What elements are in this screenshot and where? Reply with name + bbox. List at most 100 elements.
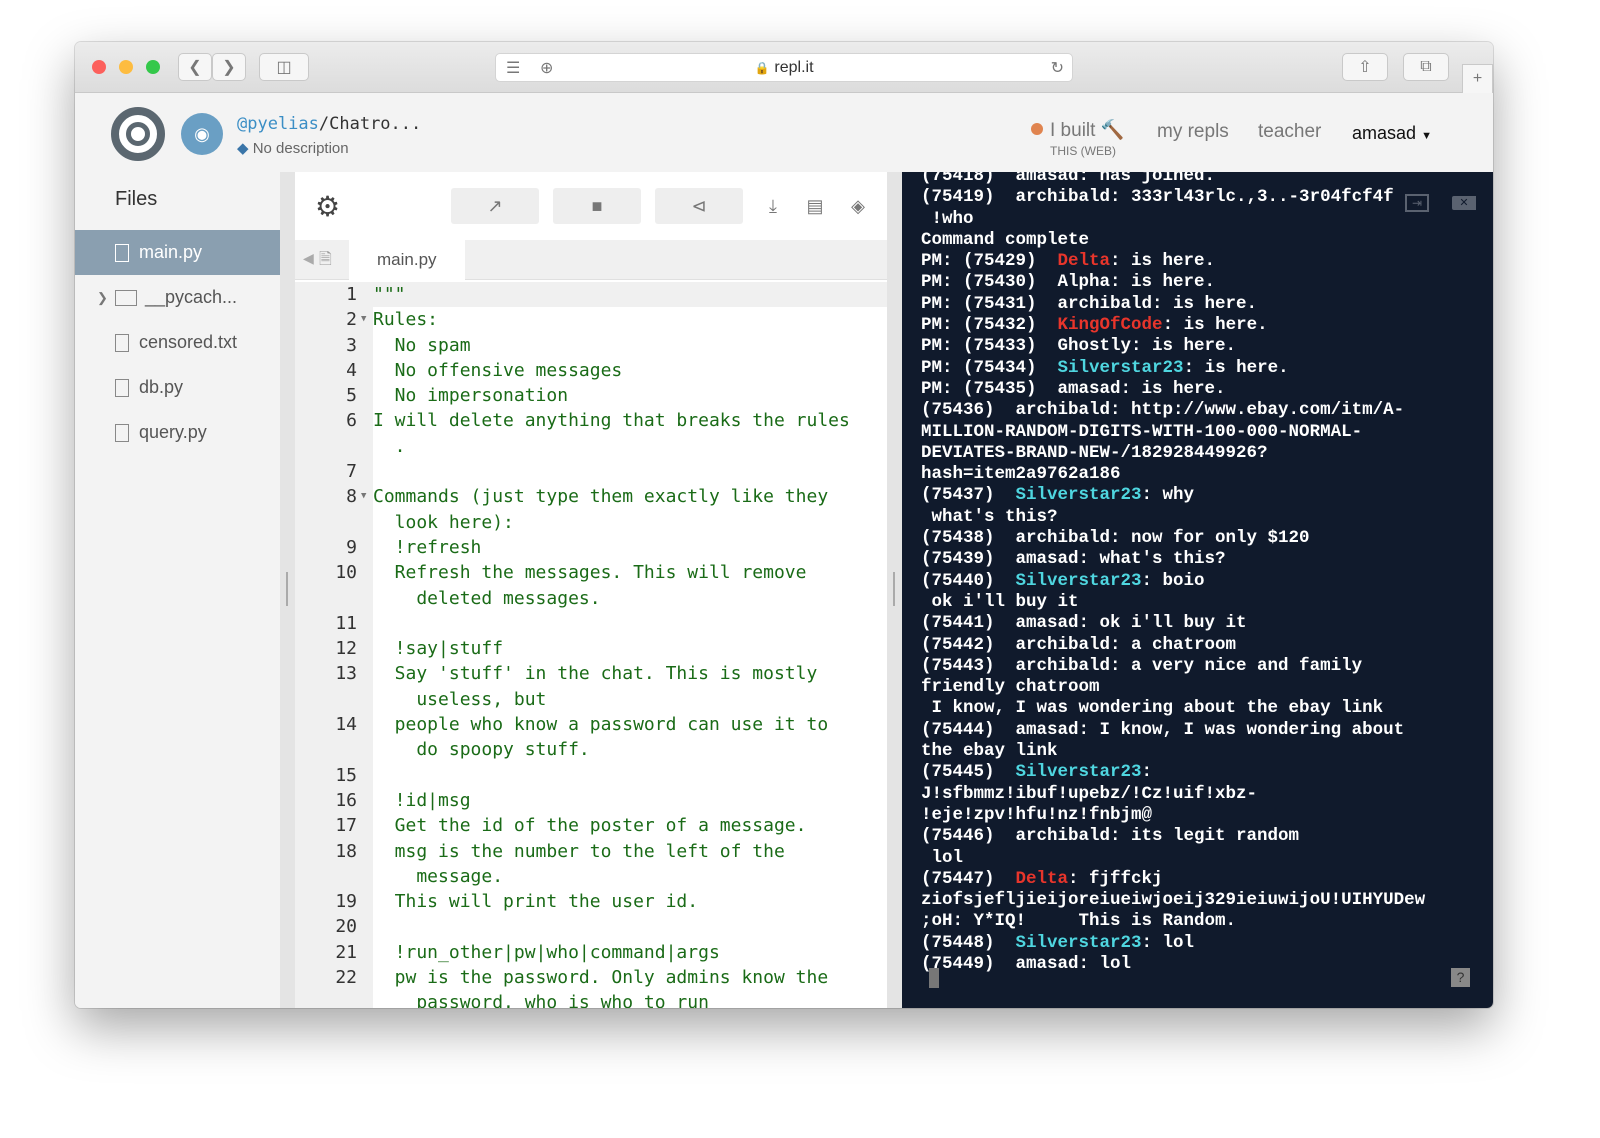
code-line[interactable]: 22 pw is the password. Only admins know …: [295, 965, 887, 1008]
account-menu[interactable]: amasad ▼: [1352, 123, 1432, 144]
tab-back-icon[interactable]: ◀: [303, 250, 314, 267]
sidebar-resize-handle[interactable]: [280, 172, 295, 1008]
line-text: !id|msg: [373, 789, 471, 811]
console-text: (75442) archibald: a chatroom: [921, 634, 1237, 655]
avatar[interactable]: ◉: [181, 113, 223, 155]
code-line[interactable]: 3 No spam: [295, 333, 887, 358]
console-line: ziofsjefljieijoreiueiwjoeij329ieiuwijoU!…: [902, 890, 1493, 911]
code-line[interactable]: 6 I will delete anything that breaks the …: [295, 408, 887, 459]
console-line: ok i'll buy it: [902, 592, 1493, 613]
python-icon: ◆: [237, 140, 249, 157]
tabs-icon[interactable]: ⧉: [1403, 53, 1449, 81]
console-text: (75440): [921, 570, 1016, 591]
chevron-right-icon[interactable]: ❯: [97, 290, 108, 306]
close-button[interactable]: [92, 60, 106, 74]
help-button[interactable]: ?: [1451, 968, 1470, 987]
console-line: (75443) archibald: a very nice and famil…: [902, 656, 1493, 677]
code-editor[interactable]: ⚙ ↗ ■ ⊲ ⤓ ▤ ◈ ◀ 🗎 main.py 1 """ 2 ▼ Rules: 3 …: [295, 172, 887, 1008]
share-link-icon[interactable]: ⊲: [655, 188, 743, 224]
console-line: PM: (75434) Silverstar23: is here.: [902, 358, 1493, 379]
console-text: :: [1141, 762, 1153, 783]
code-line[interactable]: 15: [295, 763, 887, 788]
line-text: No offensive messages: [373, 359, 623, 381]
console-text: (75443) archibald: a very nice and famil…: [921, 655, 1363, 676]
chevron-left-icon[interactable]: ❮: [178, 53, 212, 81]
download-icon[interactable]: ⤓: [758, 188, 788, 224]
code-line[interactable]: 8 ▼ Commands (just type them exactly like …: [295, 484, 887, 535]
code-line[interactable]: 21 !run_other|pw|who|command|args: [295, 940, 887, 965]
chevron-right-icon[interactable]: ❯: [212, 53, 246, 81]
fold-arrow-icon[interactable]: ▼: [357, 484, 373, 535]
code-line[interactable]: 11: [295, 611, 887, 636]
code-line[interactable]: 19 This will print the user id.: [295, 889, 887, 914]
code-line[interactable]: 14 people who know a password can use it…: [295, 712, 887, 763]
code-line[interactable]: 2 ▼ Rules:: [295, 307, 887, 332]
file-item[interactable]: query.py: [75, 410, 280, 455]
file-item[interactable]: censored.txt: [75, 320, 280, 365]
code-line[interactable]: 1 """: [295, 282, 887, 307]
console-cursor[interactable]: [929, 968, 939, 988]
line-text: Say 'stuff' in the chat. This is mostly …: [394, 663, 818, 710]
nav-my-repls[interactable]: my repls: [1157, 121, 1229, 143]
status-dot: [1031, 123, 1043, 135]
built-link[interactable]: I built 🔨: [1050, 118, 1124, 142]
exit-icon[interactable]: ⇥: [1405, 194, 1429, 212]
code-line[interactable]: 17 Get the id of the poster of a message…: [295, 813, 887, 838]
file-item[interactable]: ❯ __pycach...: [75, 275, 280, 320]
code-line[interactable]: 13 Say 'stuff' in the chat. This is most…: [295, 661, 887, 712]
console-line: PM: (75430) Alpha: is here.: [902, 272, 1493, 293]
username: KingOfCode: [1057, 315, 1163, 336]
plus-icon[interactable]: +: [1462, 64, 1493, 94]
address-bar[interactable]: ☰ ⊕ 🔒 repl.it ↻: [495, 53, 1073, 82]
fold-arrow-icon[interactable]: ▼: [357, 307, 373, 332]
console-text: (75436) archibald: http://www.ebay.com/i…: [921, 400, 1405, 421]
repl-owner-link[interactable]: @pyelias: [237, 114, 319, 134]
replit-logo[interactable]: [111, 107, 165, 161]
clear-console-icon[interactable]: ✕: [1452, 196, 1476, 210]
file-item[interactable]: db.py: [75, 365, 280, 410]
console-text: (75444) amasad: I know, I was wondering …: [921, 719, 1405, 740]
code-line[interactable]: 20: [295, 914, 887, 939]
reload-icon[interactable]: ↻: [1051, 58, 1064, 78]
console-line: Command complete: [902, 230, 1493, 251]
add-icon[interactable]: ⊕: [540, 58, 553, 78]
sidebar-icon[interactable]: ◫: [259, 53, 309, 81]
stop-icon[interactable]: ■: [553, 188, 641, 224]
files-title: Files: [115, 188, 158, 210]
code-line[interactable]: 16 !id|msg: [295, 788, 887, 813]
console-text: (75446) archibald: its legit random: [921, 826, 1300, 847]
nav-teacher[interactable]: teacher: [1258, 121, 1321, 143]
editor-resize-handle[interactable]: [887, 172, 902, 1008]
share-icon[interactable]: ⇧: [1342, 53, 1388, 81]
minimize-button[interactable]: [119, 60, 133, 74]
console-text: (75447): [921, 868, 1016, 889]
code-lines[interactable]: 1 """ 2 ▼ Rules: 3 No spam 4 No offensive mess…: [295, 282, 887, 1008]
zoom-button[interactable]: [146, 60, 160, 74]
console-line: PM: (75433) Ghostly: is here.: [902, 336, 1493, 357]
notes-icon[interactable]: ▤: [800, 188, 830, 224]
console-text: : is here.: [1162, 315, 1268, 336]
code-line[interactable]: 10 Refresh the messages. This will remov…: [295, 560, 887, 611]
console-text: Command complete: [921, 229, 1090, 250]
share-export-icon[interactable]: ↗: [451, 188, 539, 224]
file-name: __pycach...: [145, 287, 238, 307]
console-text: (75449) amasad: lol: [921, 953, 1132, 974]
code-line[interactable]: 12 !say|stuff: [295, 636, 887, 661]
console-text: (75438) archibald: now for only $120: [921, 528, 1310, 549]
console-output[interactable]: (75418) amasad: has joined. (75419) archi…: [902, 172, 1493, 1008]
reader-icon[interactable]: ☰: [506, 58, 520, 78]
line-text: I will delete anything that breaks the r…: [373, 410, 850, 457]
code-line[interactable]: 5 No impersonation: [295, 383, 887, 408]
line-text: !run_other|pw|who|command|args: [373, 941, 720, 963]
code-line[interactable]: 9 !refresh: [295, 535, 887, 560]
tab-main-py[interactable]: main.py: [349, 240, 465, 280]
code-line[interactable]: 7: [295, 459, 887, 484]
package-icon[interactable]: ◈: [843, 188, 873, 224]
console-line: (75448) Silverstar23: lol: [902, 933, 1493, 954]
gear-icon[interactable]: ⚙: [315, 190, 340, 223]
console-text: : fjffckj: [1068, 868, 1163, 889]
code-line[interactable]: 18 msg is the number to the left of the …: [295, 839, 887, 890]
file-item[interactable]: main.py: [75, 230, 280, 275]
code-line[interactable]: 4 No offensive messages: [295, 358, 887, 383]
